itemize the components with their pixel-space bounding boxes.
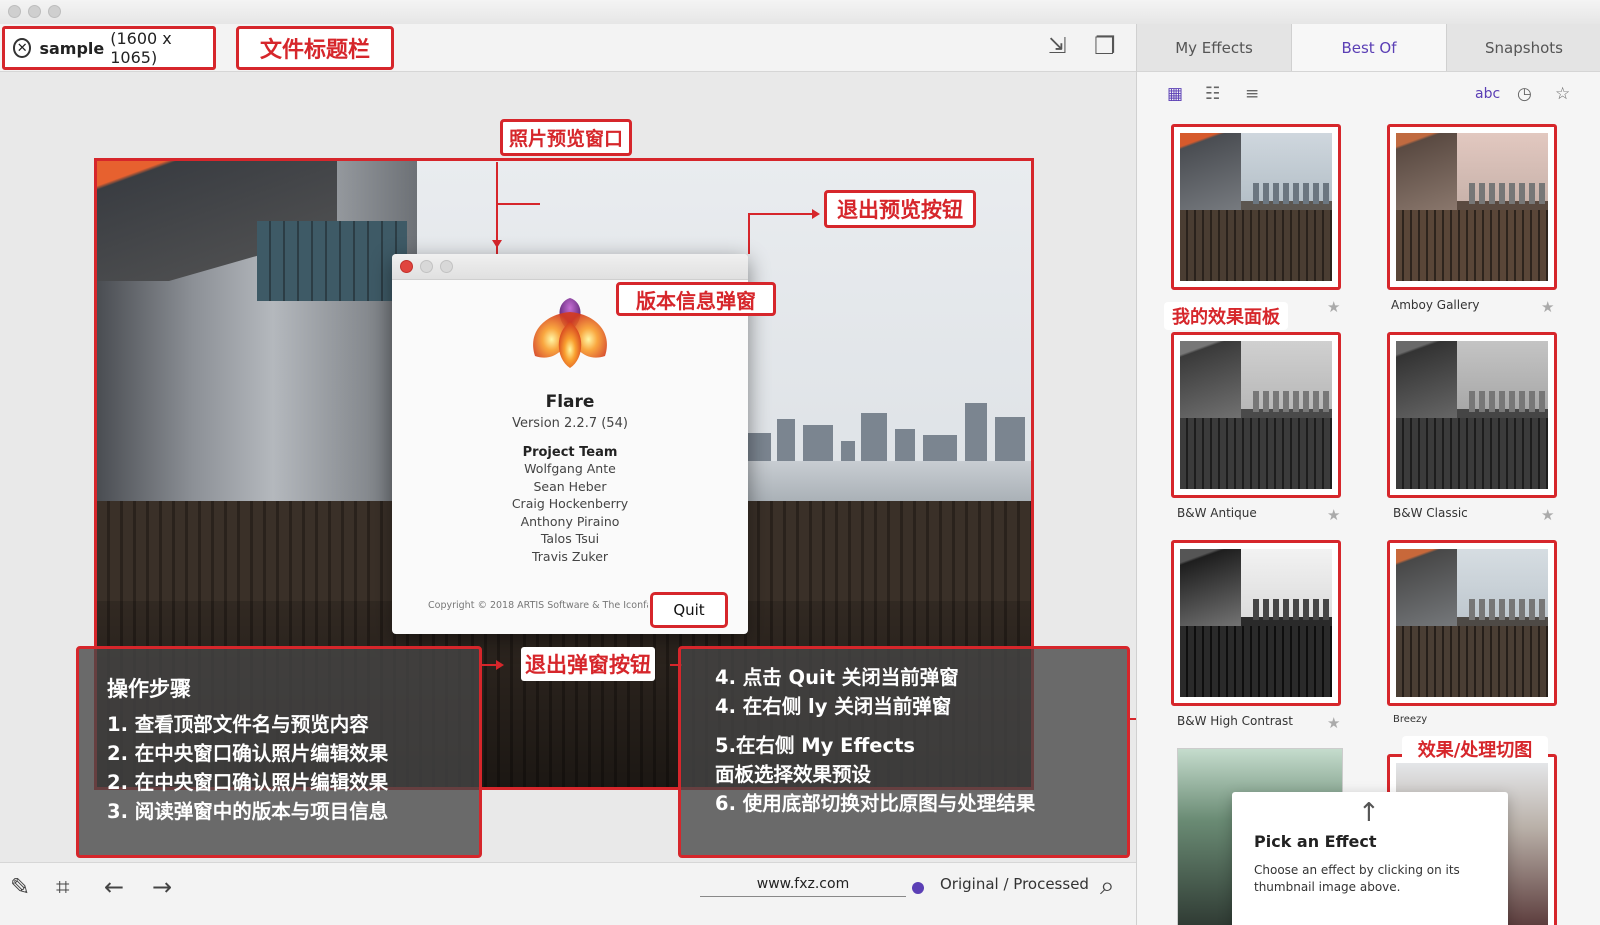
dialog-titlebar xyxy=(392,254,748,280)
quit-button[interactable]: Quit xyxy=(650,592,728,628)
preview-water xyxy=(717,461,1031,501)
search-icon[interactable]: ⌕ xyxy=(1100,871,1115,902)
step-item: 3. 阅读弹窗中的版本与项目信息 xyxy=(107,800,389,823)
step-item: 2. 在中央窗口确认照片编辑效果 xyxy=(107,742,389,765)
list-view-icon[interactable]: ≡ xyxy=(1245,84,1259,104)
annotation-effect-thumbnails: 效果/处理切图 xyxy=(1402,736,1548,762)
favorite-star-icon[interactable]: ★ xyxy=(1541,506,1554,524)
dialog-zoom-dot xyxy=(440,260,453,273)
flare-logo-icon xyxy=(533,298,607,368)
pick-effect-hint: ↑ Pick an Effect Choose an effect by cli… xyxy=(1232,792,1508,925)
annotation-photo-preview: 照片预览窗口 xyxy=(494,118,638,156)
annotation-exit-preview: 退出预览按钮 xyxy=(824,190,976,228)
window-close-dot[interactable] xyxy=(8,5,21,18)
url-field: www.fxz.com xyxy=(700,871,906,897)
team-members: Wolfgang Ante Sean Heber Craig Hockenber… xyxy=(392,460,748,565)
edit-icon[interactable]: ✎ xyxy=(10,873,30,901)
grid-view-icon[interactable]: ▦ xyxy=(1167,84,1183,104)
favorite-star-icon[interactable]: ★ xyxy=(1541,298,1554,316)
effect-thumbnail[interactable] xyxy=(1387,332,1557,498)
window-minimize-dot[interactable] xyxy=(28,5,41,18)
file-title-bar: ✕ sample (1600 x 1065) 文件标题栏 ⇲ ❐ xyxy=(0,24,1136,72)
annotation-file-title-bar: 文件标题栏 xyxy=(236,26,394,70)
toggle-dot-icon[interactable] xyxy=(912,882,924,894)
view-options-bar: ▦ ☷ ≡ abc ◷ ☆ xyxy=(1137,72,1600,118)
favorite-star-icon[interactable]: ★ xyxy=(1327,714,1340,732)
effects-tabs: My Effects Best Of Snapshots xyxy=(1137,24,1600,72)
copy-icon[interactable]: ❐ xyxy=(1094,32,1116,60)
back-arrow-icon[interactable]: ← xyxy=(104,873,124,901)
tab-best-of[interactable]: Best Of xyxy=(1292,24,1447,71)
effect-thumbnail[interactable] xyxy=(1387,540,1557,706)
sort-alpha-button[interactable]: abc xyxy=(1475,86,1500,102)
steps-title: 操作步骤 xyxy=(107,677,191,701)
steps-panel-right: 4. 点击 Quit 关闭当前弹窗 4. 在右侧 ly 关闭当前弹窗 5.在右侧… xyxy=(678,646,1130,858)
annotation-my-effects-panel: 我的效果面板 xyxy=(1164,302,1288,330)
close-file-icon[interactable]: ✕ xyxy=(13,38,32,58)
step-item: 5.在右侧 My Effects xyxy=(715,734,915,757)
effect-thumbnail[interactable] xyxy=(1171,332,1341,498)
team-member: Craig Hockenberry xyxy=(511,496,629,511)
window-zoom-dot[interactable] xyxy=(48,5,61,18)
step-item: 4. 在右侧 ly 关闭当前弹窗 xyxy=(715,695,952,718)
team-member: Sean Heber xyxy=(533,478,607,494)
effect-thumbnail[interactable] xyxy=(1171,540,1341,706)
favorite-star-icon[interactable]: ★ xyxy=(1327,298,1340,316)
file-name-tab[interactable]: ✕ sample (1600 x 1065) xyxy=(2,26,216,70)
step-item: 6. 使用底部切换对比原图与处理结果 xyxy=(715,792,1036,815)
team-member: Talos Tsui xyxy=(540,531,600,546)
annotation-version-popup: 版本信息弹窗 xyxy=(616,282,776,316)
steps-panel-left: 操作步骤 1. 查看顶部文件名与预览内容 2. 在中央窗口确认照片编辑效果 2.… xyxy=(76,646,482,858)
app-name: Flare xyxy=(545,392,595,412)
hint-title: Pick an Effect xyxy=(1254,832,1377,851)
forward-arrow-icon[interactable]: → xyxy=(152,873,172,901)
effect-name: B&W Antique xyxy=(1177,506,1257,520)
file-name: sample xyxy=(39,38,105,58)
team-member: Travis Zuker xyxy=(531,548,609,564)
effects-panel: My Effects Best Of Snapshots ▦ ☷ ≡ abc ◷… xyxy=(1136,24,1600,925)
team-member: Wolfgang Ante xyxy=(524,461,616,476)
annotation-exit-popup: 退出弹窗按钮 xyxy=(510,646,666,682)
bottom-toolbar: ✎ ⌗ ← → www.fxz.com Original / Processed… xyxy=(0,862,1136,925)
step-item: 面板选择效果预设 xyxy=(715,763,872,786)
preview-skyline xyxy=(737,391,1031,463)
favorites-star-icon[interactable]: ☆ xyxy=(1555,84,1570,104)
copyright-text: Copyright © 2018 ARTIS Software & The Ic… xyxy=(428,600,648,611)
effect-name: Amboy Gallery xyxy=(1391,298,1480,312)
step-item: 1. 查看顶部文件名与预览内容 xyxy=(107,713,369,736)
tab-my-effects[interactable]: My Effects xyxy=(1137,24,1292,71)
step-item: 2. 在中央窗口确认照片编辑效果 xyxy=(107,771,389,794)
original-processed-toggle[interactable]: Original / Processed xyxy=(940,875,1089,893)
effect-name: B&W Classic xyxy=(1393,506,1468,520)
team-member: Anthony Piraino xyxy=(520,513,620,529)
dialog-close-dot[interactable] xyxy=(400,260,413,273)
list-detail-view-icon[interactable]: ☷ xyxy=(1205,84,1220,104)
file-dimensions: (1600 x 1065) xyxy=(110,29,172,67)
dialog-minimize-dot xyxy=(420,260,433,273)
effect-thumbnail[interactable] xyxy=(1387,124,1557,290)
up-arrow-icon: ↑ xyxy=(1358,798,1380,828)
app-version: Version 2.2.7 (54) xyxy=(512,416,628,431)
effect-thumbnail[interactable] xyxy=(1171,124,1341,290)
step-item: 4. 点击 Quit 关闭当前弹窗 xyxy=(715,666,959,689)
tab-snapshots[interactable]: Snapshots xyxy=(1447,24,1600,71)
favorite-star-icon[interactable]: ★ xyxy=(1327,506,1340,524)
hint-text: Choose an effect by clicking on its thum… xyxy=(1254,863,1460,894)
team-title: Project Team xyxy=(522,445,618,460)
export-icon[interactable]: ⇲ xyxy=(1048,34,1066,59)
effect-name: B&W High Contrast xyxy=(1177,714,1293,728)
window-titlebar xyxy=(0,0,1600,24)
crop-icon[interactable]: ⌗ xyxy=(56,873,70,901)
effect-name: Breezy xyxy=(1393,714,1428,725)
recent-icon[interactable]: ◷ xyxy=(1517,84,1532,104)
